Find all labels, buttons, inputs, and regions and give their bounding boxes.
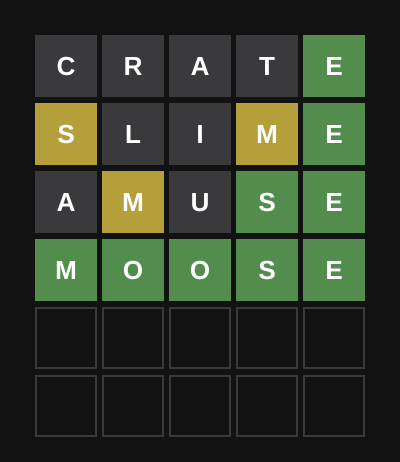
tile-r4-c1-correct: M bbox=[35, 239, 97, 301]
tile-r5-c2-empty bbox=[102, 307, 164, 369]
tile-r2-c4-present: M bbox=[236, 103, 298, 165]
tile-r4-c5-correct: E bbox=[303, 239, 365, 301]
tile-r4-c2-correct: O bbox=[102, 239, 164, 301]
tile-r6-c2-empty bbox=[102, 375, 164, 437]
tile-r1-c4-absent: T bbox=[236, 35, 298, 97]
game-board: CRATESLIMEAMUSEMOOSE bbox=[35, 35, 367, 437]
tile-r3-c4-correct: S bbox=[236, 171, 298, 233]
tile-r5-c1-empty bbox=[35, 307, 97, 369]
tile-r1-c1-absent: C bbox=[35, 35, 97, 97]
tile-r1-c2-absent: R bbox=[102, 35, 164, 97]
tile-r6-c1-empty bbox=[35, 375, 97, 437]
tile-r5-c5-empty bbox=[303, 307, 365, 369]
tile-r4-c3-correct: O bbox=[169, 239, 231, 301]
tile-r2-c3-absent: I bbox=[169, 103, 231, 165]
tile-r2-c2-absent: L bbox=[102, 103, 164, 165]
tile-r6-c5-empty bbox=[303, 375, 365, 437]
tile-r2-c1-present: S bbox=[35, 103, 97, 165]
tile-r5-c4-empty bbox=[236, 307, 298, 369]
tile-r4-c4-correct: S bbox=[236, 239, 298, 301]
tile-r3-c1-absent: A bbox=[35, 171, 97, 233]
tile-r3-c3-absent: U bbox=[169, 171, 231, 233]
tile-r5-c3-empty bbox=[169, 307, 231, 369]
tile-r6-c4-empty bbox=[236, 375, 298, 437]
tile-r2-c5-correct: E bbox=[303, 103, 365, 165]
tile-r1-c5-correct: E bbox=[303, 35, 365, 97]
tile-r6-c3-empty bbox=[169, 375, 231, 437]
tile-r3-c2-present: M bbox=[102, 171, 164, 233]
tile-r3-c5-correct: E bbox=[303, 171, 365, 233]
tile-r1-c3-absent: A bbox=[169, 35, 231, 97]
